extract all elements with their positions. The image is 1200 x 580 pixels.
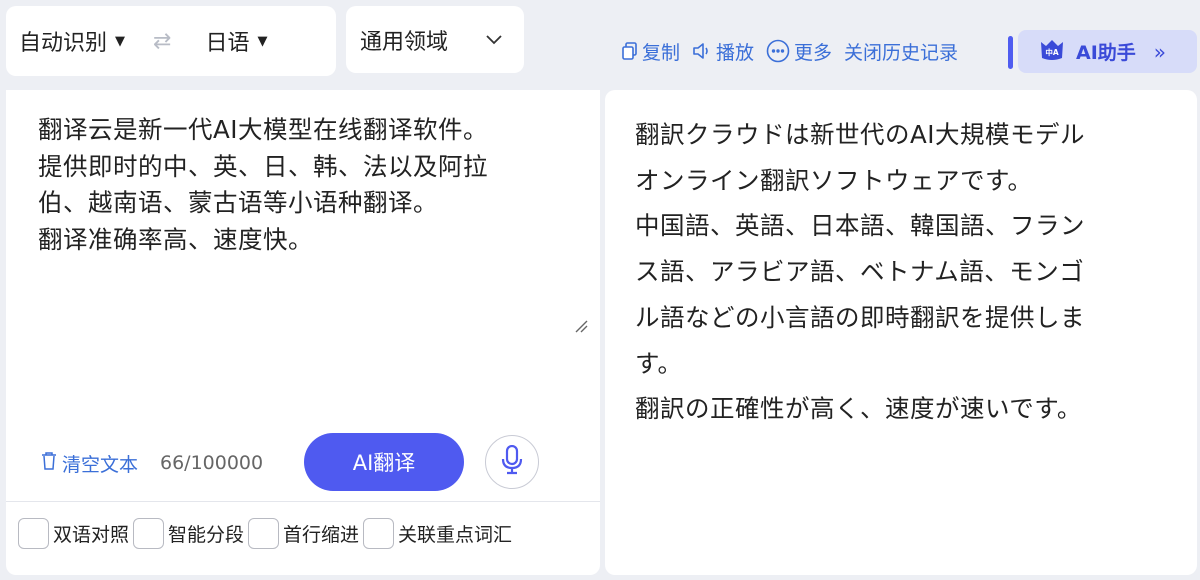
microphone-icon <box>501 444 523 479</box>
ai-translate-button[interactable]: AI翻译 <box>304 433 464 491</box>
translation-options: 双语对照 智能分段 首行缩进 关联重点词汇 <box>18 518 516 549</box>
trash-icon <box>40 451 58 476</box>
more-dots-icon <box>766 39 790 63</box>
checkbox[interactable] <box>18 518 49 549</box>
language-bar: 自动识别 ▼ ⇄ 日语 ▼ <box>6 6 336 76</box>
more-label: 更多 <box>794 41 833 64</box>
play-button[interactable]: 播放 <box>692 38 754 65</box>
source-line: 翻译云是新一代AI大模型在线翻译软件。 <box>38 115 488 144</box>
option-first-line-indent[interactable]: 首行缩进 <box>248 518 359 549</box>
target-panel: 翻訳クラウドは新世代のAI大規模モデル オンライン翻訳ソフトウェアです。 中国語… <box>605 90 1197 575</box>
target-line: ス語、アラビア語、ベトナム語、モンゴ <box>635 257 1085 287</box>
source-language-label: 自动识别 <box>19 31 108 56</box>
source-line: 翻译准确率高、速度快。 <box>38 224 313 254</box>
result-toolbar: 复制 播放 更多 关闭历史记录 <box>622 36 970 66</box>
source-line: 提供即时的中、英、日、韩、法以及阿拉 <box>38 151 488 181</box>
target-line: オンライン翻訳ソフトウェアです。 <box>635 165 1033 195</box>
target-language-label: 日语 <box>205 31 250 56</box>
microphone-button[interactable] <box>485 435 539 489</box>
option-label: 首行缩进 <box>283 524 360 546</box>
character-count: 66/100000 <box>160 452 264 474</box>
caret-down-icon: ▼ <box>115 33 126 49</box>
target-line: 翻訳クラウドは新世代のAI大規模モデル <box>635 120 1085 149</box>
option-label: 智能分段 <box>168 524 245 546</box>
copy-label: 复制 <box>642 41 681 64</box>
translation-output: 翻訳クラウドは新世代のAI大規模モデル オンライン翻訳ソフトウェアです。 中国語… <box>635 112 1180 432</box>
more-button[interactable]: 更多 <box>766 38 832 65</box>
checkbox[interactable] <box>133 518 165 549</box>
svg-text:中A: 中A <box>1045 47 1059 57</box>
target-line: 中国語、英語、日本語、韓国語、フラン <box>635 211 1085 241</box>
target-line: す。 <box>635 348 683 378</box>
clear-text-button[interactable]: 清空文本 <box>40 450 138 477</box>
target-line: 翻訳の正確性が高く、速度が速いです。 <box>635 394 1082 424</box>
translator-page: 自动识别 ▼ ⇄ 日语 ▼ 通用领域 复制 播放 更多 关闭历史记录 中A AI… <box>0 0 1200 580</box>
source-line: 伯、越南语、蒙古语等小语种翻译。 <box>38 188 438 217</box>
toolbar-divider <box>1008 36 1013 69</box>
option-label: 双语对照 <box>53 524 130 546</box>
close-history-label: 关闭历史记录 <box>844 41 959 64</box>
chevron-down-icon <box>486 30 502 49</box>
option-label: 关联重点词汇 <box>398 524 513 546</box>
option-key-vocabulary[interactable]: 关联重点词汇 <box>363 518 512 549</box>
checkbox[interactable] <box>248 518 280 549</box>
ai-assistant-button[interactable]: 中A AI助手 » <box>1018 30 1197 73</box>
domain-select-label: 通用领域 <box>360 29 449 55</box>
swap-arrows-icon[interactable]: ⇄ <box>153 29 171 54</box>
checkbox[interactable] <box>363 518 395 549</box>
speaker-icon <box>692 42 712 60</box>
target-line: ル語などの小言語の即時翻訳を提供しま <box>635 302 1085 332</box>
option-smart-paragraph[interactable]: 智能分段 <box>133 518 244 549</box>
options-divider <box>6 501 600 502</box>
close-history-button[interactable]: 关闭历史记录 <box>844 38 958 65</box>
resize-handle-icon[interactable] <box>574 318 588 337</box>
caret-down-icon: ▼ <box>257 33 268 49</box>
play-label: 播放 <box>716 41 755 64</box>
domain-select[interactable]: 通用领域 <box>346 6 524 73</box>
double-chevron-right-icon: » <box>1153 39 1167 64</box>
option-bilingual[interactable]: 双语对照 <box>18 518 129 549</box>
ai-assistant-avatar-icon: 中A <box>1038 36 1066 67</box>
copy-button[interactable]: 复制 <box>622 38 680 65</box>
source-language-select[interactable]: 自动识别 ▼ <box>19 25 125 57</box>
ai-assistant-label: AI助手 <box>1076 42 1136 64</box>
target-language-select[interactable]: 日语 ▼ <box>205 25 267 57</box>
copy-icon <box>622 42 638 60</box>
source-text-input[interactable]: 翻译云是新一代AI大模型在线翻译软件。 提供即时的中、英、日、韩、法以及阿拉 伯… <box>38 112 578 258</box>
source-panel: 翻译云是新一代AI大模型在线翻译软件。 提供即时的中、英、日、韩、法以及阿拉 伯… <box>6 90 600 575</box>
clear-text-label: 清空文本 <box>62 454 139 476</box>
